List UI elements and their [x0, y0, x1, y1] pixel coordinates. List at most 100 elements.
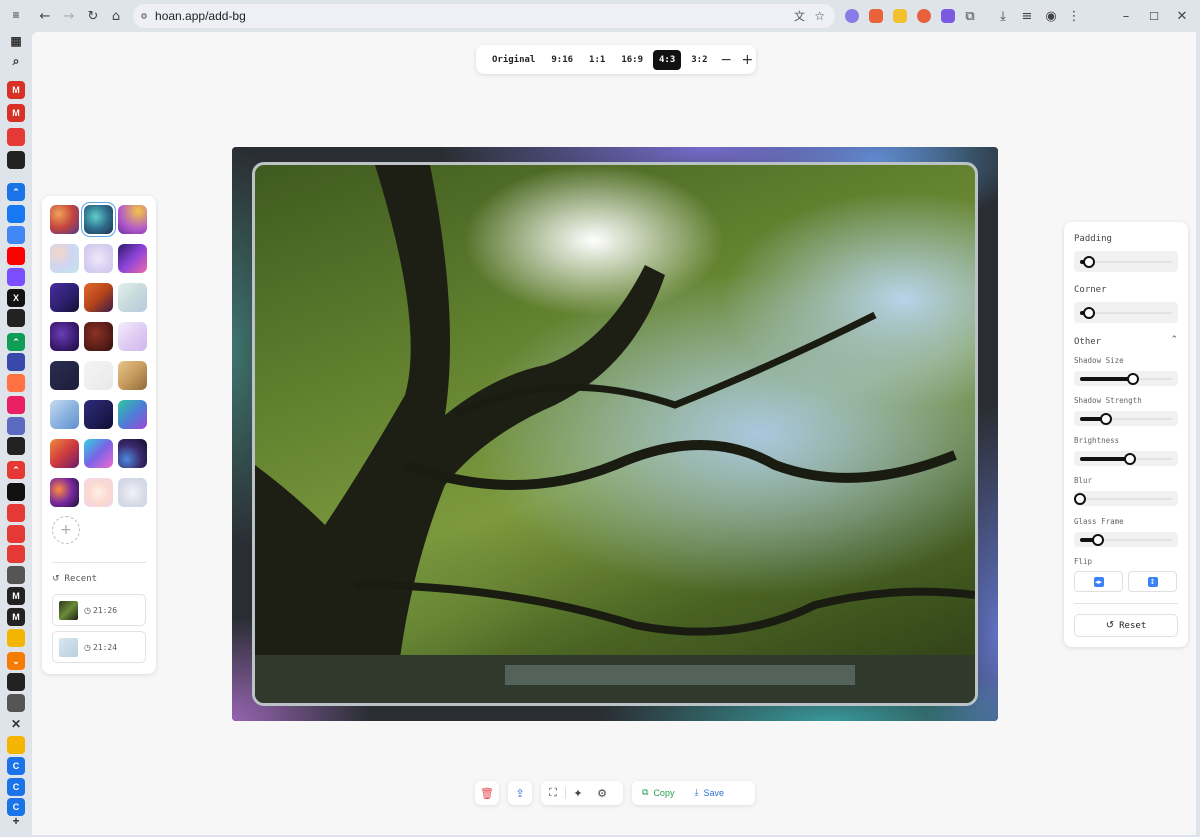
- back-icon[interactable]: ←: [36, 7, 54, 25]
- swatch-deep-purple[interactable]: [50, 322, 79, 351]
- ratio-16-9[interactable]: 16:9: [615, 50, 649, 70]
- swatch-navy-night[interactable]: [84, 400, 113, 429]
- c-icon[interactable]: C: [7, 757, 25, 775]
- extension-icon[interactable]: [917, 9, 931, 23]
- corner-slider[interactable]: [1074, 302, 1178, 323]
- swatch-midnight[interactable]: [50, 361, 79, 390]
- zoom-in-button[interactable]: +: [739, 52, 756, 68]
- ratio-original[interactable]: Original: [486, 50, 541, 70]
- forward-icon[interactable]: →: [60, 7, 78, 25]
- swatch-gold-beige[interactable]: [118, 361, 147, 390]
- swatch-indigo-night[interactable]: [50, 283, 79, 312]
- swatch-teal-purple[interactable]: [118, 400, 147, 429]
- minimize-icon[interactable]: –: [1117, 7, 1135, 25]
- messenger-icon[interactable]: [7, 268, 25, 286]
- ratio-4-3[interactable]: 4:3: [653, 49, 682, 70]
- shadow-size-slider[interactable]: [1074, 371, 1178, 386]
- puzzle-icon[interactable]: ⧉: [961, 7, 979, 25]
- url-text[interactable]: hoan.app/add-bg: [155, 9, 246, 23]
- profile-avatar-icon[interactable]: ◉: [1042, 7, 1060, 25]
- swatch-teal-mesh[interactable]: [84, 205, 113, 234]
- more-menu-icon[interactable]: ⋮: [1065, 7, 1083, 25]
- home-icon[interactable]: ⌂: [107, 7, 125, 25]
- add-icon[interactable]: +: [7, 812, 25, 830]
- magic-icon[interactable]: ✦: [566, 781, 590, 805]
- swatch-sky-blue[interactable]: [50, 400, 79, 429]
- swatch-neon-mix[interactable]: [84, 439, 113, 468]
- threads-icon[interactable]: [7, 309, 25, 327]
- slider-knob[interactable]: [1074, 492, 1086, 505]
- blur-slider[interactable]: [1074, 491, 1178, 506]
- mastodon-icon[interactable]: [7, 417, 25, 435]
- gmail-icon[interactable]: M: [7, 81, 25, 99]
- slider-knob[interactable]: [1099, 412, 1112, 425]
- extension-icon[interactable]: [941, 9, 955, 23]
- bookmark-star-icon[interactable]: ☆: [814, 9, 825, 23]
- ratio-9-16[interactable]: 9:16: [545, 50, 579, 70]
- c-icon[interactable]: C: [7, 778, 25, 796]
- download-icon[interactable]: ⤓: [994, 7, 1012, 25]
- media-icon[interactable]: ≡: [1018, 7, 1036, 25]
- swatch-warm-mesh[interactable]: [50, 205, 79, 234]
- expand-icon[interactable]: ⌄: [7, 652, 25, 670]
- swatch-lilac-fade[interactable]: [118, 322, 147, 351]
- flip-vertical-button[interactable]: ↕: [1128, 571, 1177, 592]
- chevron-up-icon[interactable]: ⌃: [1170, 335, 1178, 345]
- recent-item[interactable]: ◷ 21:26: [52, 594, 146, 626]
- swatch-rust-ember[interactable]: [84, 283, 113, 312]
- google-icon[interactable]: [7, 226, 25, 244]
- globe-icon[interactable]: [7, 566, 25, 584]
- apps-icon[interactable]: ▦: [7, 32, 25, 50]
- x-icon[interactable]: X: [7, 289, 25, 307]
- extension-icon[interactable]: [845, 9, 859, 23]
- slider-knob[interactable]: [1083, 306, 1096, 319]
- m-icon[interactable]: M: [7, 587, 25, 605]
- maximize-icon[interactable]: ☐: [1145, 7, 1163, 25]
- m-icon[interactable]: M: [7, 608, 25, 626]
- collapse-icon[interactable]: ⌃: [7, 183, 25, 201]
- tiktok-icon[interactable]: [7, 483, 25, 501]
- swatch-mint-haze[interactable]: [118, 283, 147, 312]
- swatch-lavender-mist[interactable]: [84, 244, 113, 273]
- reset-button[interactable]: ↺ Reset: [1074, 614, 1178, 637]
- other-section-label[interactable]: Other: [1074, 337, 1101, 347]
- swatch-peach-blur[interactable]: [84, 478, 113, 507]
- add-background-button[interactable]: +: [52, 516, 80, 544]
- slider-knob[interactable]: [1092, 533, 1105, 546]
- address-bar[interactable]: ⚙ hoan.app/add-bg 文 ☆: [133, 4, 835, 28]
- search-icon[interactable]: ⌕: [7, 52, 25, 70]
- brightness-slider[interactable]: [1074, 451, 1178, 466]
- shadow-strength-slider[interactable]: [1074, 411, 1178, 426]
- site-info-icon[interactable]: ⚙: [141, 11, 147, 22]
- reload-icon[interactable]: ↻: [84, 7, 102, 25]
- swatch-violet-pink[interactable]: [118, 244, 147, 273]
- glass-frame-slider[interactable]: [1074, 532, 1178, 547]
- gmail-icon[interactable]: M: [7, 104, 25, 122]
- slider-knob[interactable]: [1123, 452, 1136, 465]
- swatch-silver-blur[interactable]: [118, 478, 147, 507]
- github-icon[interactable]: [7, 437, 25, 455]
- padding-slider[interactable]: [1074, 251, 1178, 272]
- threads-icon[interactable]: [7, 151, 25, 169]
- save-button[interactable]: ⤓ Save: [684, 788, 734, 798]
- chat-icon[interactable]: [7, 629, 25, 647]
- youtube-icon[interactable]: [7, 545, 25, 563]
- ratio-1-1[interactable]: 1:1: [583, 50, 611, 70]
- badge-icon[interactable]: [7, 736, 25, 754]
- extension-icon[interactable]: [869, 9, 883, 23]
- copy-button[interactable]: ⧉ Copy: [632, 788, 684, 798]
- swatch-sunset-red[interactable]: [50, 439, 79, 468]
- swatch-dark-glow[interactable]: [50, 478, 79, 507]
- zoom-out-button[interactable]: −: [718, 52, 735, 68]
- swatch-maroon[interactable]: [84, 322, 113, 351]
- youtube-icon[interactable]: [7, 247, 25, 265]
- hourglass-icon[interactable]: [7, 353, 25, 371]
- settings-gear-icon[interactable]: ⚙: [590, 781, 614, 805]
- delete-button[interactable]: 🗑: [475, 781, 499, 805]
- close-icon[interactable]: ✕: [7, 715, 25, 733]
- youtube-icon[interactable]: [7, 504, 25, 522]
- facebook-icon[interactable]: [7, 205, 25, 223]
- github-icon[interactable]: [7, 673, 25, 691]
- flip-horizontal-button[interactable]: ◂▸: [1074, 571, 1123, 592]
- screenshot-icon[interactable]: ⛶: [541, 781, 565, 805]
